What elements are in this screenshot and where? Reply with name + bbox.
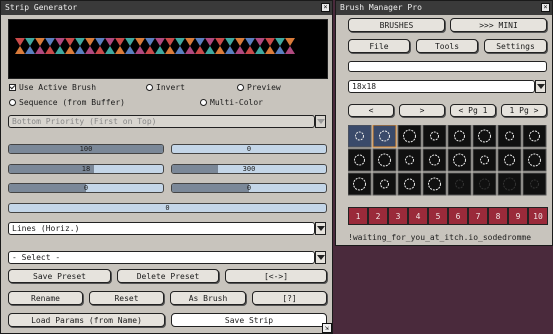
brush-manager-title: Brush Manager Pro [340,3,422,12]
strip-preview-pattern [15,38,295,54]
page-prev-button[interactable]: < Pg 1 [450,104,496,117]
checkbox-icon [9,99,16,106]
brush-manager-titlebar[interactable]: Brush Manager Pro × [336,1,552,15]
save-preset-button[interactable]: Save Preset [8,269,111,283]
file-button[interactable]: File [348,39,410,53]
sequence-checkbox[interactable]: Sequence (from Buffer) [9,98,125,107]
page-next-button[interactable]: 1 Pg > [501,104,547,117]
brush-slot-button[interactable]: 10 [528,207,548,225]
footer-text: !waiting_for_you_at_itch.io_sodedromme [348,233,532,242]
settings-button[interactable]: Settings [484,39,547,53]
save-strip-button[interactable]: Save Strip [171,313,327,327]
slider-7[interactable]: 0 [8,203,327,213]
priority-select[interactable]: Bottom Priority (First on Top) [8,115,315,128]
prev-button[interactable]: < [348,104,394,117]
brush-slot-button[interactable]: 9 [508,207,528,225]
help-button[interactable]: [?] [252,291,327,305]
brush-grid [347,124,547,197]
multicolor-checkbox[interactable]: Multi-Color [200,98,263,107]
brushes-button[interactable]: BRUSHES [348,18,445,32]
tools-button[interactable]: Tools [416,39,478,53]
brush-slot-button[interactable]: 5 [428,207,448,225]
checkbox-checked-icon [9,84,16,91]
size-select-arrow[interactable] [535,80,546,93]
strip-generator-titlebar[interactable]: Strip Generator × [1,1,332,15]
checkbox-icon [146,84,153,91]
swap-button[interactable]: [<->] [225,269,327,283]
brush-slot-button[interactable]: 4 [408,207,428,225]
brush-slot-button[interactable]: 7 [468,207,488,225]
slider-2[interactable]: 0 [171,144,327,154]
size-select[interactable]: 18x18 [348,80,535,93]
strip-preview [8,19,328,79]
invert-checkbox[interactable]: Invert [146,83,185,92]
slider-6[interactable]: 0 [171,183,327,193]
mode-select[interactable]: Lines (Horiz.) [8,222,315,235]
mini-button[interactable]: >>> MINI [450,18,547,32]
use-active-brush-checkbox[interactable]: Use Active Brush [9,83,96,92]
brush-number-row: 1 2 3 4 5 6 7 8 9 10 [348,207,548,227]
brush-grid-svg [347,124,547,196]
slider-4[interactable]: 300 [171,164,327,174]
chevron-down-icon [316,255,325,260]
strip-generator-window: Strip Generator × Use Active Brush Inver… [0,0,333,334]
brush-slot-button[interactable]: 8 [488,207,508,225]
delete-preset-button[interactable]: Delete Preset [117,269,219,283]
preset-select[interactable]: - Select - [8,251,315,264]
close-icon[interactable]: × [321,3,330,12]
checkbox-icon [237,84,244,91]
strip-generator-title: Strip Generator [5,3,78,12]
slider-5[interactable]: 0 [8,183,164,193]
reset-button[interactable]: Reset [89,291,164,305]
brush-slot-button[interactable]: 1 [348,207,368,225]
as-brush-button[interactable]: As Brush [170,291,246,305]
preview-checkbox[interactable]: Preview [237,83,281,92]
mode-select-arrow[interactable] [315,222,326,235]
brush-name-input[interactable] [348,61,547,72]
slider-3[interactable]: 18 [8,164,164,174]
chevron-down-icon [316,226,325,231]
brush-slot-button[interactable]: 3 [388,207,408,225]
chevron-down-icon [316,119,325,124]
chevron-down-icon [536,84,545,89]
priority-select-arrow[interactable] [315,115,326,128]
resize-handle-icon[interactable]: ⇲ [322,323,332,333]
rename-button[interactable]: Rename [8,291,83,305]
close-icon[interactable]: × [541,3,550,12]
brush-slot-button[interactable]: 2 [368,207,388,225]
next-button[interactable]: > [399,104,445,117]
preset-select-arrow[interactable] [315,251,326,264]
load-params-button[interactable]: Load Params (from Name) [8,313,165,327]
checkbox-icon [200,99,207,106]
brush-slot-button[interactable]: 6 [448,207,468,225]
slider-1[interactable]: 100 [8,144,164,154]
brush-manager-window: Brush Manager Pro × BRUSHES >>> MINI Fil… [335,0,553,246]
